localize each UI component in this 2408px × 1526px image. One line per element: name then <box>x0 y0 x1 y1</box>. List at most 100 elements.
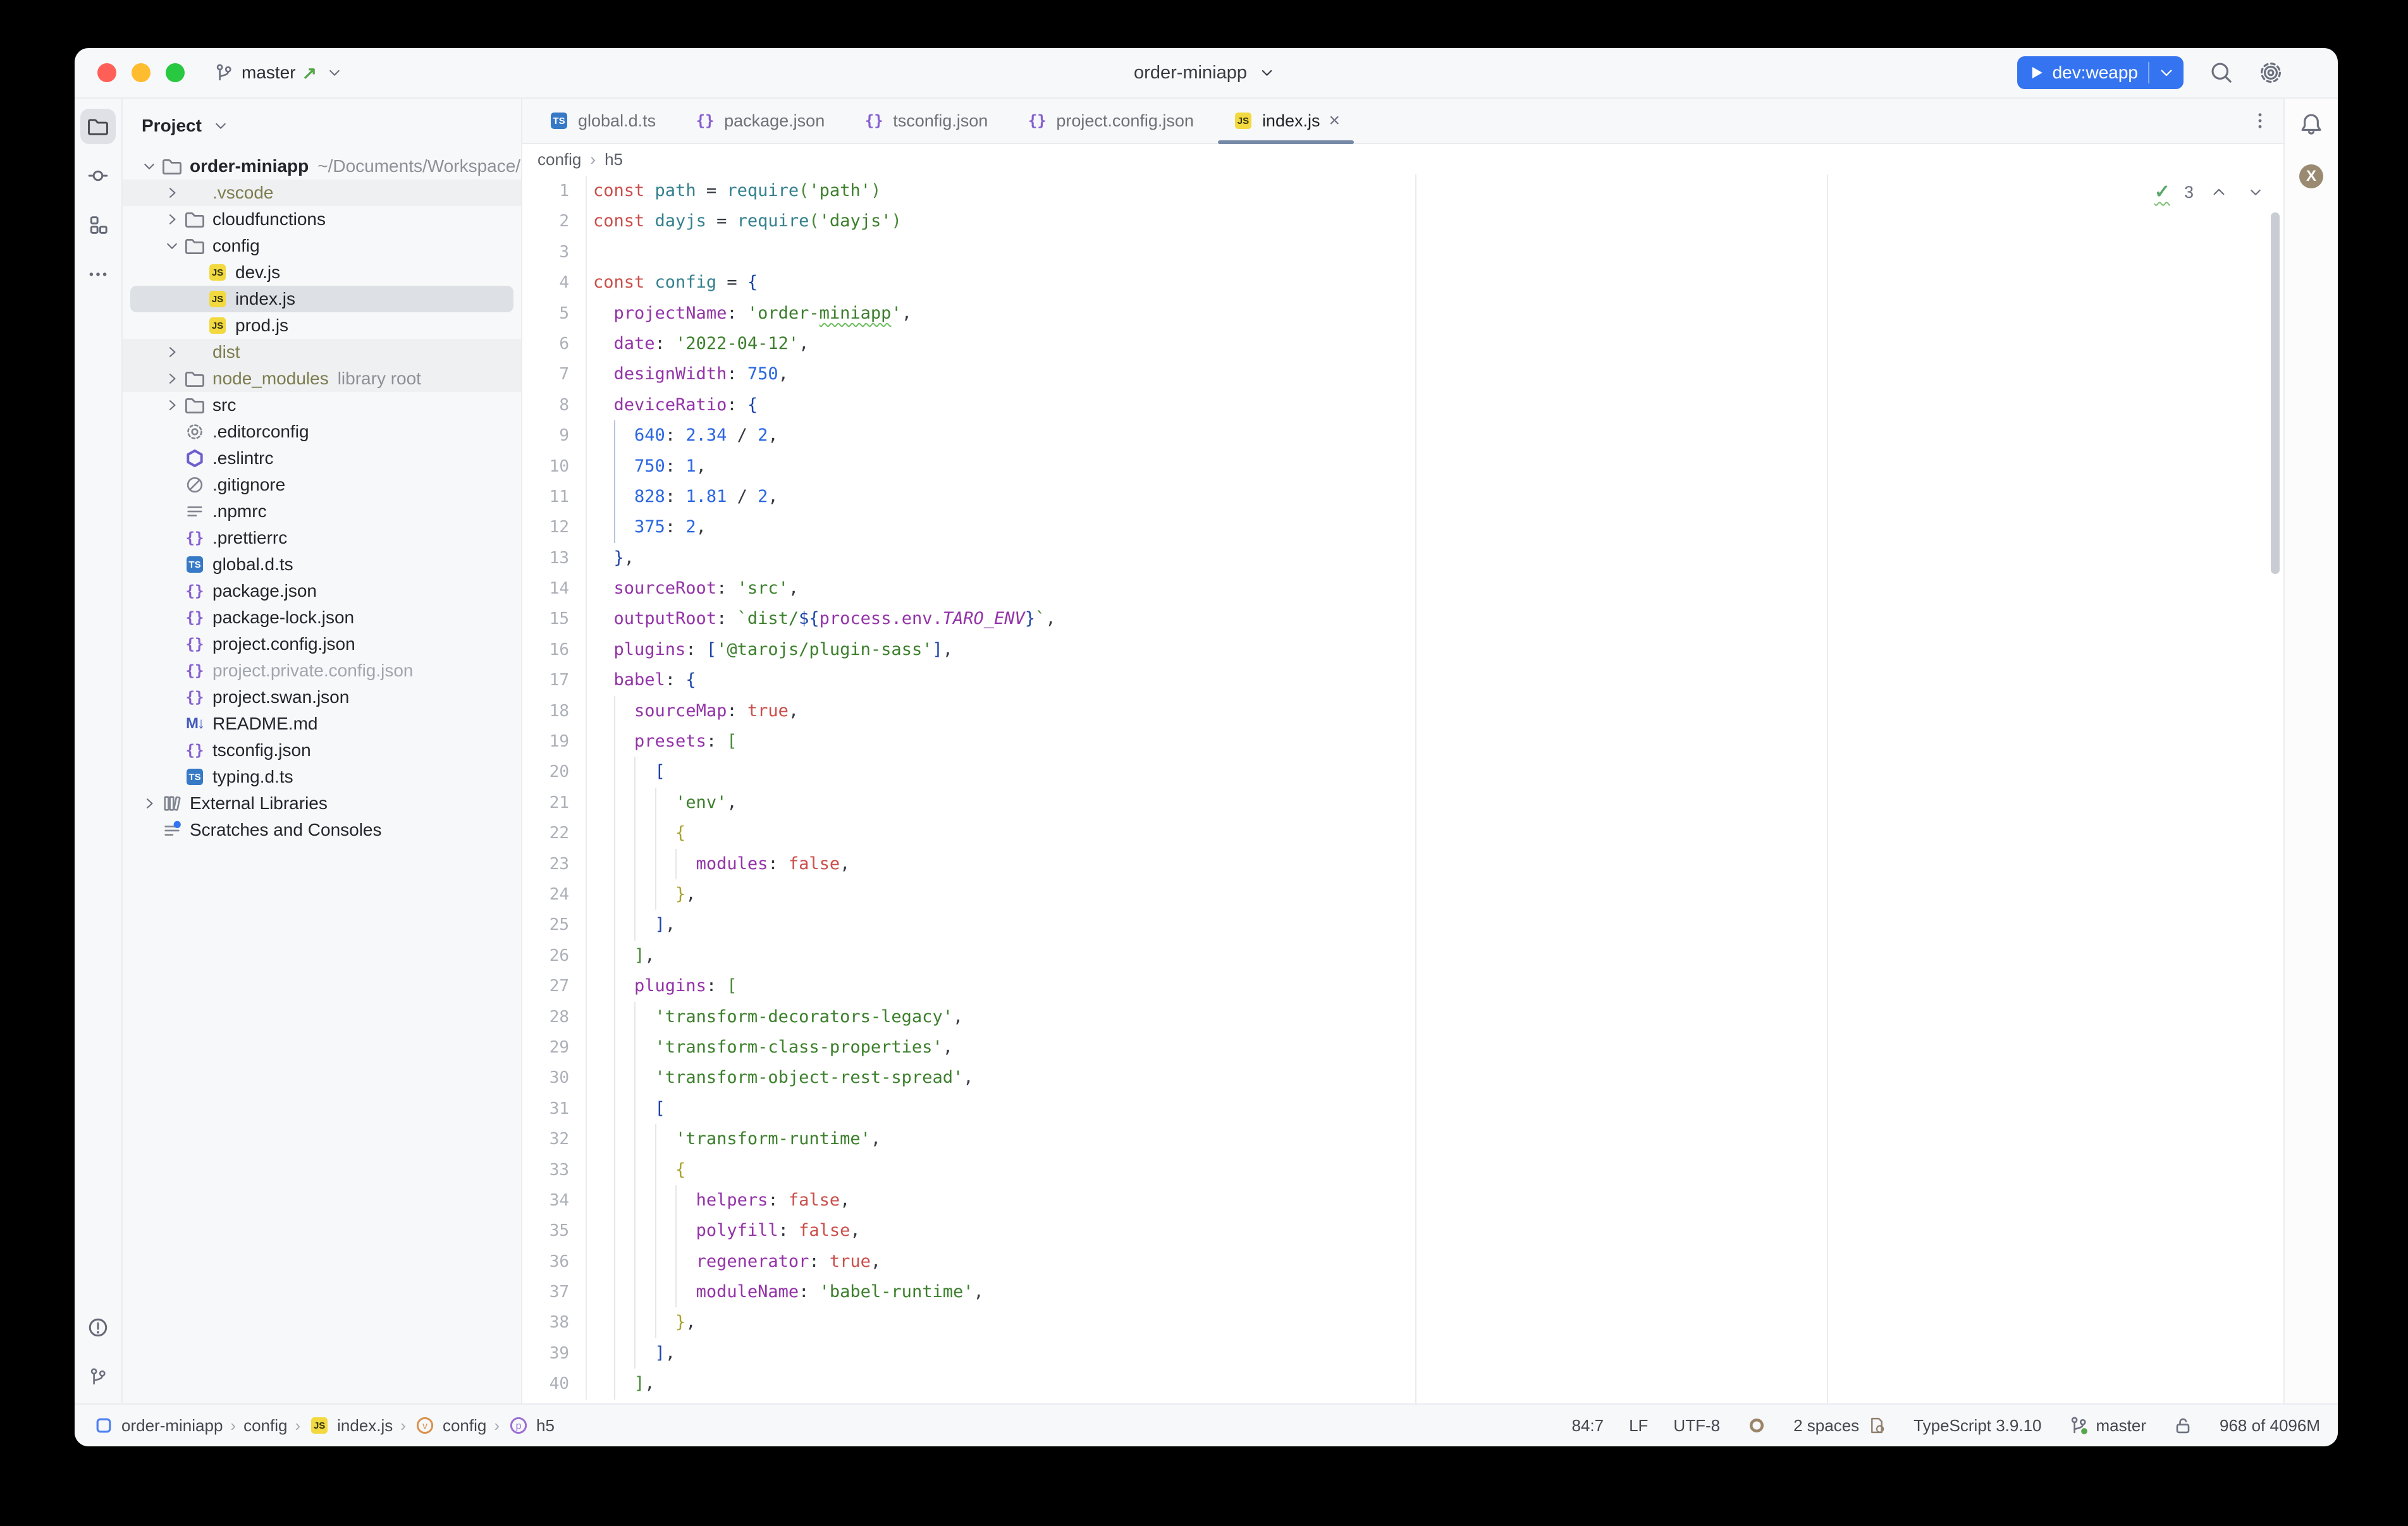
tree-item-cloudfunctions[interactable]: cloudfunctions <box>123 206 521 233</box>
tree-item-Scratches and Consoles[interactable]: Scratches and Consoles <box>123 817 521 843</box>
line-number[interactable]: 34 <box>522 1185 587 1216</box>
line-number[interactable]: 2 <box>522 206 587 236</box>
line-number[interactable]: 35 <box>522 1216 587 1246</box>
tree-item-tsconfig.json[interactable]: {}tsconfig.json <box>123 737 521 764</box>
line-number[interactable]: 25 <box>522 910 587 940</box>
line-number[interactable]: 13 <box>522 543 587 573</box>
line-number[interactable]: 30 <box>522 1063 587 1093</box>
code-line-text[interactable]: 'env', <box>587 788 2283 818</box>
tree-item-node_modules[interactable]: node_moduleslibrary root <box>123 365 521 392</box>
gear-icon[interactable] <box>2259 61 2282 84</box>
line-number[interactable]: 17 <box>522 665 587 695</box>
tree-item-package-lock.json[interactable]: {}package-lock.json <box>123 604 521 631</box>
code-line-text[interactable]: 'transform-decorators-legacy', <box>587 1002 2283 1032</box>
code-line-text[interactable]: 'transform-class-properties', <box>587 1032 2283 1063</box>
code-line-text[interactable]: babel: { <box>587 665 2283 695</box>
tool-strip-problems-button[interactable] <box>80 1310 116 1345</box>
code-line-text[interactable]: [ <box>587 757 2283 787</box>
code-line-text[interactable]: regenerator: true, <box>587 1247 2283 1277</box>
breadcrumb-item-config[interactable]: config <box>538 150 581 169</box>
next-problem-icon[interactable] <box>2244 181 2267 204</box>
code-line-text[interactable]: ], <box>587 1338 2283 1369</box>
vcs-widget[interactable]: master ↗ <box>212 61 346 84</box>
status-breadcrumb-order-miniapp[interactable]: order-miniapp <box>92 1414 223 1437</box>
line-number[interactable]: 18 <box>522 696 587 726</box>
line-number[interactable]: 16 <box>522 635 587 665</box>
code-line-text[interactable]: ], <box>587 910 2283 940</box>
line-number[interactable]: 6 <box>522 329 587 359</box>
code-line-text[interactable]: projectName: 'order-miniapp', <box>587 298 2283 329</box>
chevron-right-icon[interactable] <box>161 185 183 200</box>
write-access[interactable] <box>2172 1414 2194 1437</box>
line-number[interactable]: 27 <box>522 971 587 1001</box>
typescript-version[interactable]: TypeScript 3.9.10 <box>1914 1416 2041 1436</box>
tab-tsconfig.json[interactable]: {}tsconfig.json <box>844 99 1007 143</box>
prev-problem-icon[interactable] <box>2208 181 2230 204</box>
tree-item-package.json[interactable]: {}package.json <box>123 578 521 604</box>
status-breadcrumb-config[interactable]: config <box>243 1416 287 1436</box>
line-number[interactable]: 26 <box>522 941 587 971</box>
tree-item-External Libraries[interactable]: External Libraries <box>123 790 521 817</box>
line-number[interactable]: 37 <box>522 1277 587 1307</box>
status-breadcrumb-config[interactable]: vconfig <box>414 1414 486 1437</box>
inspections-widget[interactable]: ✓ 3 <box>2154 180 2267 205</box>
chevron-down-icon[interactable] <box>161 238 183 253</box>
chevron-down-icon[interactable] <box>1256 61 1279 84</box>
zoom-window-button[interactable] <box>166 63 185 82</box>
line-number[interactable]: 15 <box>522 604 587 634</box>
code-line-text[interactable]: outputRoot: `dist/${process.env.TARO_ENV… <box>587 604 2283 634</box>
line-number[interactable]: 40 <box>522 1369 587 1399</box>
tree-item-.prettierrc[interactable]: {}.prettierrc <box>123 525 521 551</box>
project-panel-header[interactable]: Project <box>123 99 521 153</box>
line-number[interactable]: 4 <box>522 267 587 298</box>
tab-index.js[interactable]: JSindex.js× <box>1213 99 1359 143</box>
tab-project.config.json[interactable]: {}project.config.json <box>1007 99 1213 143</box>
tree-item-.editorconfig[interactable]: .editorconfig <box>123 418 521 445</box>
tree-item-project.swan.json[interactable]: {}project.swan.json <box>123 684 521 711</box>
tree-item-src[interactable]: src <box>123 392 521 418</box>
tree-item-.npmrc[interactable]: .npmrc <box>123 498 521 525</box>
line-number[interactable]: 8 <box>522 390 587 420</box>
code-line-text[interactable]: }, <box>587 1307 2283 1338</box>
code-line-text[interactable]: plugins: [ <box>587 971 2283 1001</box>
code-line-text[interactable] <box>587 237 2283 267</box>
code-line-text[interactable]: 750: 1, <box>587 451 2283 482</box>
close-window-button[interactable] <box>97 63 116 82</box>
line-number[interactable]: 3 <box>522 237 587 267</box>
tool-strip-branch-button[interactable] <box>80 1359 116 1395</box>
code-line-text[interactable]: const config = { <box>587 267 2283 298</box>
line-number[interactable]: 20 <box>522 757 587 787</box>
line-number[interactable]: 32 <box>522 1124 587 1154</box>
close-tab-icon[interactable]: × <box>1329 110 1340 131</box>
line-number[interactable]: 22 <box>522 818 587 848</box>
tree-item-index.js[interactable]: JSindex.js <box>130 286 513 312</box>
code-line-text[interactable]: [ <box>587 1094 2283 1124</box>
avatar[interactable]: X <box>2299 164 2323 188</box>
tab-global.d.ts[interactable]: TSglobal.d.ts <box>529 99 675 143</box>
tab-package.json[interactable]: {}package.json <box>675 99 844 143</box>
line-number[interactable]: 11 <box>522 482 587 512</box>
code-line-text[interactable]: 640: 2.34 / 2, <box>587 420 2283 451</box>
line-number[interactable]: 23 <box>522 849 587 879</box>
tree-item-order-miniapp[interactable]: order-miniapp~/Documents/Workspace/ <box>123 153 521 180</box>
tree-item-global.d.ts[interactable]: TSglobal.d.ts <box>123 551 521 578</box>
code-line-text[interactable]: modules: false, <box>587 849 2283 879</box>
line-number[interactable]: 10 <box>522 451 587 482</box>
line-number[interactable]: 14 <box>522 573 587 604</box>
tree-item-README.md[interactable]: M↓README.md <box>123 711 521 737</box>
code-line-text[interactable]: deviceRatio: { <box>587 390 2283 420</box>
line-number[interactable]: 9 <box>522 420 587 451</box>
line-number[interactable]: 28 <box>522 1002 587 1032</box>
code-line-text[interactable]: 'transform-runtime', <box>587 1124 2283 1154</box>
encoding[interactable]: UTF-8 <box>1673 1416 1720 1436</box>
chevron-down-icon[interactable] <box>138 159 161 174</box>
tool-strip-structure-button[interactable] <box>80 207 116 243</box>
line-number[interactable]: 39 <box>522 1338 587 1369</box>
code-line-text[interactable]: ], <box>587 941 2283 971</box>
line-number[interactable]: 24 <box>522 879 587 910</box>
run-options-chevron[interactable] <box>2149 64 2184 81</box>
tool-strip-more-button[interactable] <box>80 257 116 292</box>
code-line-text[interactable]: sourceRoot: 'src', <box>587 573 2283 604</box>
code-line-text[interactable]: const dayjs = require('dayjs') <box>587 206 2283 236</box>
code-line-text[interactable]: 'transform-object-rest-spread', <box>587 1063 2283 1093</box>
